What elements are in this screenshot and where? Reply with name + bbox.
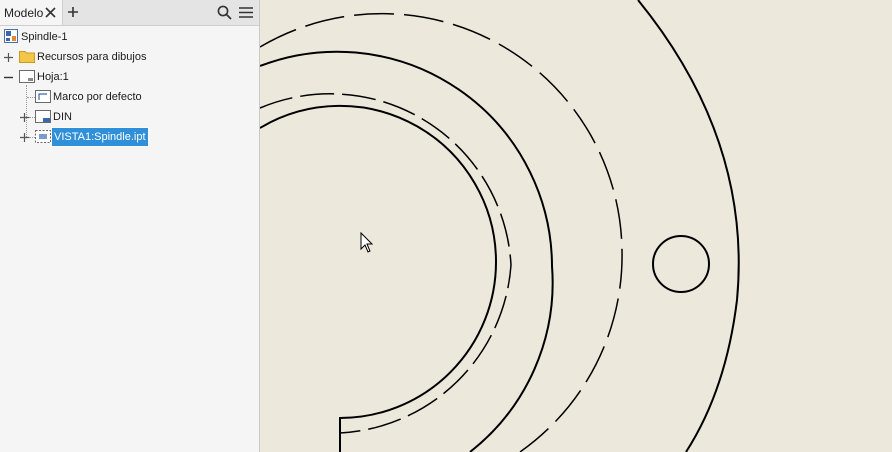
expand-plus-icon[interactable] <box>20 113 29 122</box>
close-icon[interactable] <box>45 7 56 18</box>
model-browser-panel: Modelo Spindle-1 Recursos para dibujos H… <box>0 0 260 452</box>
tab-label: Modelo <box>4 6 44 20</box>
browser-tab-bar: Modelo <box>0 0 259 26</box>
tree-node-drawing-resources[interactable]: Recursos para dibujos <box>0 48 259 66</box>
inner-bore-arc <box>339 261 497 452</box>
tree-node-drawing-view[interactable]: VISTA1:Spindle.ipt <box>0 127 259 147</box>
expand-plus-icon[interactable] <box>4 53 13 62</box>
mouse-cursor-icon <box>360 231 374 253</box>
middle-circle <box>260 50 554 452</box>
expand-plus-icon[interactable] <box>20 133 29 142</box>
tree-node-label: Recursos para dibujos <box>37 51 147 63</box>
tree-node-spindle[interactable]: Spindle-1 <box>0 28 259 46</box>
tree-node-din[interactable]: DIN <box>0 108 259 126</box>
drawing-doc-icon <box>4 29 18 43</box>
add-icon[interactable] <box>67 6 79 18</box>
border-icon <box>35 90 51 103</box>
inner-hidden-circle <box>260 93 512 434</box>
bolt-hole-circle <box>652 235 710 293</box>
drawing-view-icon <box>35 130 51 143</box>
drawing-view-geometry <box>260 0 740 452</box>
search-icon[interactable] <box>217 5 232 20</box>
title-block-icon <box>35 110 51 123</box>
tree-node-label: Hoja:1 <box>37 71 69 83</box>
tree-node-label: Marco por defecto <box>53 91 142 103</box>
collapse-minus-icon[interactable] <box>4 73 13 82</box>
drawing-canvas[interactable] <box>260 0 892 452</box>
tree-node-label: VISTA1:Spindle.ipt <box>51 127 149 147</box>
tree-node-default-border[interactable]: Marco por defecto <box>0 88 259 106</box>
tree-node-label: Spindle-1 <box>21 31 68 43</box>
outer-flange-arc <box>637 0 740 452</box>
tree-node-label: DIN <box>53 111 72 123</box>
sheet-icon <box>19 70 35 83</box>
tree-node-sheet[interactable]: Hoja:1 <box>0 68 259 86</box>
folder-icon <box>19 51 35 63</box>
menu-icon[interactable] <box>238 6 254 19</box>
inner-bore-arc <box>260 104 497 263</box>
